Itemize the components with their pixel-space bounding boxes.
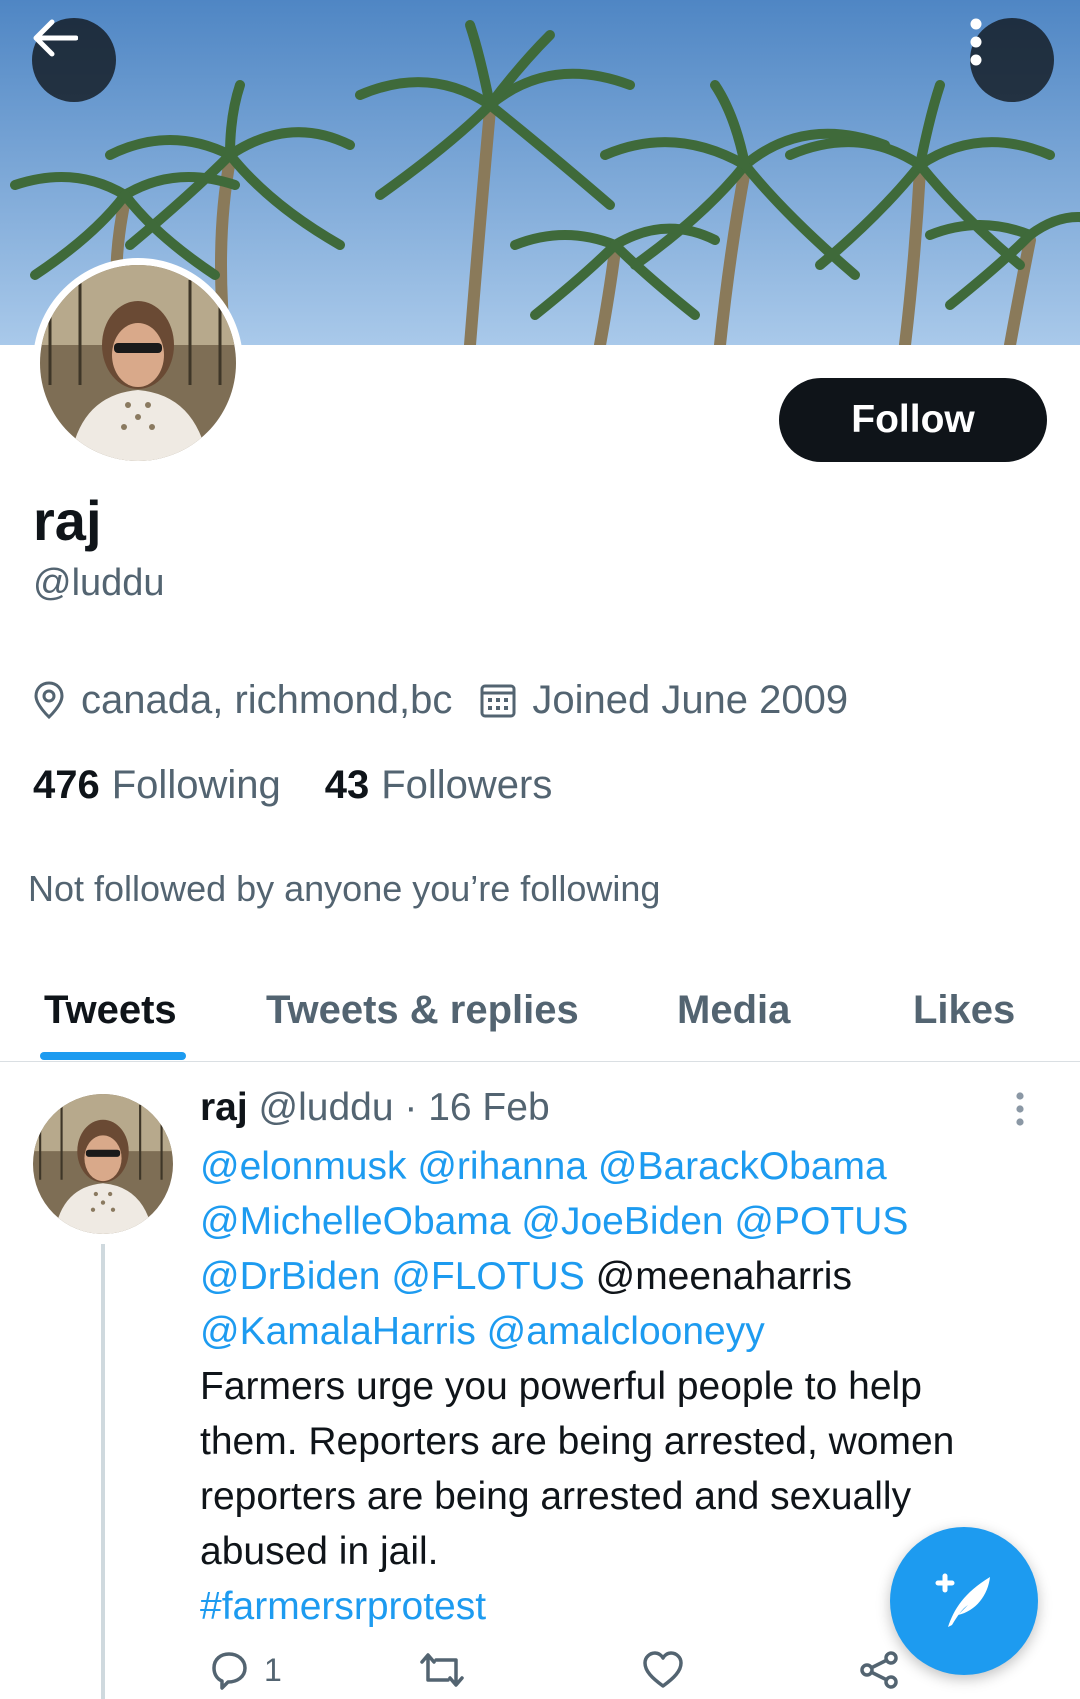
back-button[interactable] [32, 18, 116, 102]
tweet-mentions[interactable]: @elonmusk @rihanna @BarackObama [200, 1139, 1040, 1194]
profile-display-name: raj [33, 489, 102, 552]
followers-label: Followers [381, 762, 553, 807]
location-text: canada, richmond,bc [81, 677, 453, 722]
profile-handle: @luddu [33, 562, 165, 604]
tweet-header: raj @luddu · 16 Feb [200, 1086, 550, 1130]
not-followed-notice: Not followed by anyone you’re following [28, 868, 661, 909]
tweet-text-line: them. Reporters are being arrested, wome… [200, 1420, 955, 1463]
tab-tweets-replies[interactable]: Tweets & replies [266, 960, 579, 1060]
reply-button[interactable]: 1 [208, 1650, 282, 1690]
location-item: canada, richmond,bc [33, 678, 452, 723]
more-options-button[interactable] [970, 18, 1054, 102]
arrow-left-icon [33, 19, 78, 57]
tweet-mentions[interactable]: @MichelleObama @JoeBiden @POTUS [200, 1194, 1040, 1249]
tweet-text-line: Farmers urge you powerful people to help [200, 1365, 922, 1408]
avatar-photo [40, 265, 236, 461]
active-tab-indicator [40, 1052, 186, 1060]
profile-avatar[interactable] [33, 258, 243, 468]
profile-screen: Follow raj @luddu canada, richmond,bc Jo… [0, 0, 1080, 1699]
more-vertical-icon [1016, 1092, 1024, 1126]
tab-tweets[interactable]: Tweets [44, 960, 177, 1060]
followers-link[interactable]: 43 Followers [325, 763, 553, 808]
avatar-photo [33, 1094, 173, 1234]
follow-stats: 476 Following 43 Followers [33, 757, 552, 813]
profile-tabs: Tweets Tweets & replies Media Likes [0, 960, 1080, 1062]
followers-count: 43 [324, 762, 370, 807]
follow-button[interactable]: Follow [779, 378, 1047, 462]
compose-feather-icon [935, 1573, 990, 1627]
retweet-icon [420, 1653, 464, 1687]
profile-meta: canada, richmond,bc Joined June 2009 [33, 672, 848, 728]
tweet-handle-date: @luddu · 16 Feb [258, 1086, 550, 1129]
tweet-avatar[interactable] [33, 1094, 173, 1234]
tweet-mentions[interactable]: @DrBiden @FLOTUS [200, 1255, 585, 1298]
like-button[interactable] [642, 1650, 698, 1690]
calendar-icon [480, 684, 516, 718]
joined-text: Joined June 2009 [532, 677, 849, 722]
tweet-author-name[interactable]: raj [200, 1086, 248, 1129]
thread-line [101, 1244, 105, 1699]
joined-item: Joined June 2009 [480, 678, 848, 723]
tweet-more-button[interactable] [1015, 1092, 1025, 1131]
location-pin-icon [34, 681, 64, 719]
tweet-plain-mention: @meenaharris [595, 1255, 852, 1298]
following-label: Following [111, 762, 281, 807]
heart-icon [643, 1651, 683, 1688]
share-icon [860, 1651, 898, 1689]
tweet-text-line: reporters are being arrested and sexuall… [200, 1475, 912, 1518]
tab-likes[interactable]: Likes [913, 960, 1015, 1060]
compose-tweet-button[interactable] [890, 1527, 1038, 1675]
more-vertical-icon [970, 18, 982, 66]
following-count: 476 [33, 762, 100, 807]
tweet-mentions[interactable]: @KamalaHarris @amalclooneyy [200, 1304, 1040, 1359]
share-button[interactable] [858, 1650, 914, 1690]
reply-icon [212, 1652, 247, 1690]
reply-count: 1 [264, 1651, 282, 1688]
following-link[interactable]: 476 Following [33, 763, 281, 808]
tab-media[interactable]: Media [677, 960, 790, 1060]
retweet-button[interactable] [418, 1650, 480, 1690]
